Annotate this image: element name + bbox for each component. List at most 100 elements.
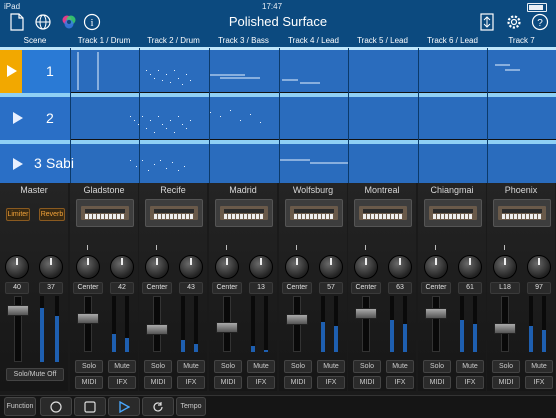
master-knob-2[interactable]: [39, 255, 63, 279]
tempo-sync-icon[interactable]: [480, 13, 498, 31]
midi-button[interactable]: MIDI: [214, 376, 242, 389]
midi-button[interactable]: MIDI: [353, 376, 381, 389]
function-button[interactable]: Function: [4, 397, 36, 416]
volume-knob[interactable]: [179, 255, 203, 279]
mute-button[interactable]: Mute: [456, 360, 484, 373]
play-icon: [119, 401, 130, 413]
stop-button[interactable]: [74, 397, 106, 416]
solo-button[interactable]: Solo: [75, 360, 103, 373]
scene-2-button[interactable]: 2: [0, 97, 70, 140]
color-wheel-icon[interactable]: [60, 13, 78, 31]
track-header-5[interactable]: Track 5 / Lead: [348, 35, 417, 47]
volume-knob[interactable]: [388, 255, 412, 279]
battery-icon: [527, 3, 547, 12]
document-icon[interactable]: [9, 13, 27, 31]
midi-button[interactable]: MIDI: [492, 376, 520, 389]
track-header-6[interactable]: Track 6 / Lead: [418, 35, 487, 47]
limiter-button[interactable]: Limiter: [6, 208, 30, 221]
ifx-button[interactable]: IFX: [525, 376, 553, 389]
track-header-7[interactable]: Track 7: [487, 35, 556, 47]
track-header-2[interactable]: Track 2 / Drum: [139, 35, 208, 47]
volume-value: 63: [388, 282, 412, 294]
track-header-1[interactable]: Track 1 / Drum: [70, 35, 138, 47]
master-knob-1[interactable]: [5, 255, 29, 279]
instrument-thumbnail[interactable]: [493, 199, 551, 227]
solo-button[interactable]: Solo: [144, 360, 172, 373]
pan-indicator: [504, 245, 505, 250]
instrument-thumbnail[interactable]: [424, 199, 482, 227]
mute-button[interactable]: Mute: [247, 360, 275, 373]
solo-mute-off-button[interactable]: Solo/Mute Off: [6, 368, 64, 381]
ifx-button[interactable]: IFX: [247, 376, 275, 389]
scene-1-button[interactable]: 1: [0, 50, 70, 93]
instrument-thumbnail[interactable]: [215, 199, 273, 227]
volume-knob[interactable]: [458, 255, 482, 279]
channel-fader[interactable]: [216, 322, 238, 333]
instrument-thumbnail[interactable]: [354, 199, 412, 227]
gear-icon[interactable]: [505, 13, 523, 31]
volume-value: 97: [527, 282, 551, 294]
mute-button[interactable]: Mute: [177, 360, 205, 373]
channel-fader[interactable]: [286, 314, 308, 325]
channel-fader[interactable]: [425, 308, 447, 319]
pan-indicator: [226, 245, 227, 250]
instrument-thumbnail[interactable]: [76, 199, 134, 227]
pan-indicator: [296, 245, 297, 250]
help-icon[interactable]: ?: [531, 13, 549, 31]
pan-knob[interactable]: [493, 255, 517, 279]
midi-button[interactable]: MIDI: [284, 376, 312, 389]
ifx-button[interactable]: IFX: [177, 376, 205, 389]
level-meter: [334, 296, 338, 352]
pan-knob[interactable]: [215, 255, 239, 279]
pan-knob[interactable]: [424, 255, 448, 279]
volume-knob[interactable]: [527, 255, 551, 279]
solo-button[interactable]: Solo: [214, 360, 242, 373]
pan-knob[interactable]: [285, 255, 309, 279]
midi-button[interactable]: MIDI: [144, 376, 172, 389]
solo-button[interactable]: Solo: [353, 360, 381, 373]
ifx-button[interactable]: IFX: [456, 376, 484, 389]
channel-fader[interactable]: [494, 323, 516, 334]
loop-icon: [153, 402, 163, 412]
instrument-thumbnail[interactable]: [145, 199, 203, 227]
solo-button[interactable]: Solo: [492, 360, 520, 373]
scene-header: Scene: [23, 36, 47, 45]
mute-button[interactable]: Mute: [386, 360, 414, 373]
pan-knob[interactable]: [76, 255, 100, 279]
instrument-thumbnail[interactable]: [285, 199, 343, 227]
pan-knob[interactable]: [354, 255, 378, 279]
master-fader[interactable]: [7, 305, 29, 316]
tempo-button[interactable]: Tempo: [176, 397, 206, 416]
level-meter: [112, 296, 116, 352]
reverb-button[interactable]: Reverb: [39, 208, 65, 221]
svg-text:i: i: [90, 17, 93, 29]
ifx-button[interactable]: IFX: [108, 376, 136, 389]
info-icon[interactable]: i: [83, 13, 101, 31]
volume-value: 13: [249, 282, 273, 294]
ifx-button[interactable]: IFX: [386, 376, 414, 389]
channel-fader[interactable]: [146, 324, 168, 335]
channel-fader[interactable]: [77, 313, 99, 324]
mute-button[interactable]: Mute: [525, 360, 553, 373]
play-button[interactable]: [108, 397, 140, 416]
track-header-3[interactable]: Track 3 / Bass: [209, 35, 278, 47]
pan-knob[interactable]: [145, 255, 169, 279]
midi-button[interactable]: MIDI: [423, 376, 451, 389]
volume-knob[interactable]: [110, 255, 134, 279]
fader-track: [84, 296, 92, 352]
mute-button[interactable]: Mute: [108, 360, 136, 373]
scene-3-button[interactable]: 3 Sabi: [0, 144, 74, 184]
volume-knob[interactable]: [319, 255, 343, 279]
channel-fader[interactable]: [355, 308, 377, 319]
channel-name: Gladstone: [83, 185, 125, 195]
mute-button[interactable]: Mute: [317, 360, 345, 373]
solo-button[interactable]: Solo: [284, 360, 312, 373]
volume-knob[interactable]: [249, 255, 273, 279]
loop-button[interactable]: [142, 397, 174, 416]
track-header-4[interactable]: Track 4 / Lead: [279, 35, 348, 47]
globe-icon[interactable]: [34, 13, 52, 31]
ifx-button[interactable]: IFX: [317, 376, 345, 389]
record-button[interactable]: [40, 397, 72, 416]
solo-button[interactable]: Solo: [423, 360, 451, 373]
midi-button[interactable]: MIDI: [75, 376, 103, 389]
